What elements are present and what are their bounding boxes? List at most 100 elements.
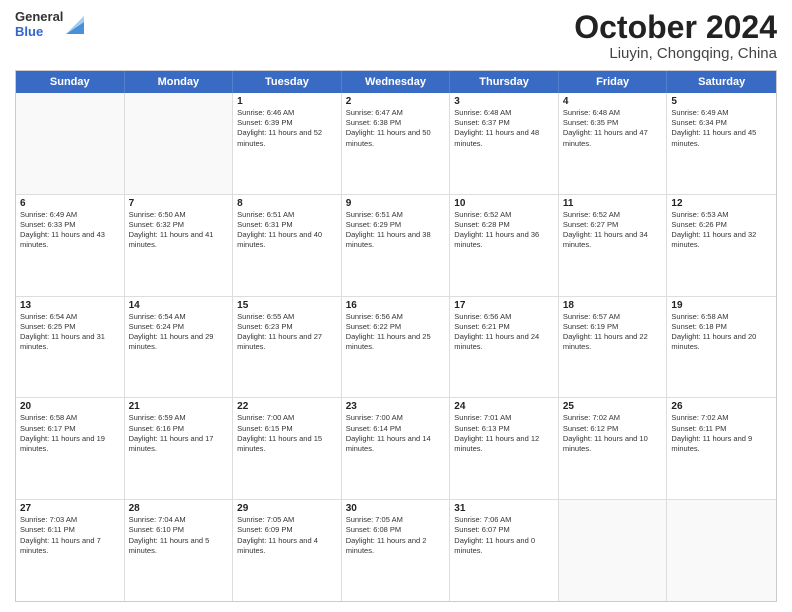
cal-cell: 17Sunrise: 6:56 AM Sunset: 6:21 PM Dayli… (450, 297, 559, 398)
cell-info: Sunrise: 6:56 AM Sunset: 6:22 PM Dayligh… (346, 312, 446, 353)
cal-cell (667, 500, 776, 601)
cal-cell: 22Sunrise: 7:00 AM Sunset: 6:15 PM Dayli… (233, 398, 342, 499)
logo-icon (66, 12, 84, 34)
cell-info: Sunrise: 6:47 AM Sunset: 6:38 PM Dayligh… (346, 108, 446, 149)
day-number: 9 (346, 198, 446, 209)
cal-cell (16, 93, 125, 194)
cell-info: Sunrise: 6:53 AM Sunset: 6:26 PM Dayligh… (671, 210, 772, 251)
cell-info: Sunrise: 6:59 AM Sunset: 6:16 PM Dayligh… (129, 413, 229, 454)
day-number: 7 (129, 198, 229, 209)
cell-info: Sunrise: 6:58 AM Sunset: 6:17 PM Dayligh… (20, 413, 120, 454)
day-number: 4 (563, 96, 663, 107)
calendar-body: 1Sunrise: 6:46 AM Sunset: 6:39 PM Daylig… (16, 93, 776, 601)
day-number: 26 (671, 401, 772, 412)
day-number: 23 (346, 401, 446, 412)
cell-info: Sunrise: 6:55 AM Sunset: 6:23 PM Dayligh… (237, 312, 337, 353)
cal-header-day: Thursday (450, 71, 559, 93)
cal-cell: 5Sunrise: 6:49 AM Sunset: 6:34 PM Daylig… (667, 93, 776, 194)
cal-row: 1Sunrise: 6:46 AM Sunset: 6:39 PM Daylig… (16, 93, 776, 195)
day-number: 2 (346, 96, 446, 107)
cal-cell: 2Sunrise: 6:47 AM Sunset: 6:38 PM Daylig… (342, 93, 451, 194)
cal-header-day: Monday (125, 71, 234, 93)
day-number: 10 (454, 198, 554, 209)
day-number: 1 (237, 96, 337, 107)
cal-cell: 19Sunrise: 6:58 AM Sunset: 6:18 PM Dayli… (667, 297, 776, 398)
cell-info: Sunrise: 7:03 AM Sunset: 6:11 PM Dayligh… (20, 515, 120, 556)
cell-info: Sunrise: 6:48 AM Sunset: 6:37 PM Dayligh… (454, 108, 554, 149)
day-number: 31 (454, 503, 554, 514)
cal-cell (125, 93, 234, 194)
cal-cell: 6Sunrise: 6:49 AM Sunset: 6:33 PM Daylig… (16, 195, 125, 296)
cell-info: Sunrise: 7:04 AM Sunset: 6:10 PM Dayligh… (129, 515, 229, 556)
cal-cell: 28Sunrise: 7:04 AM Sunset: 6:10 PM Dayli… (125, 500, 234, 601)
day-number: 20 (20, 401, 120, 412)
cal-cell: 16Sunrise: 6:56 AM Sunset: 6:22 PM Dayli… (342, 297, 451, 398)
cal-cell: 31Sunrise: 7:06 AM Sunset: 6:07 PM Dayli… (450, 500, 559, 601)
logo-text: General Blue (15, 10, 63, 39)
cell-info: Sunrise: 7:02 AM Sunset: 6:11 PM Dayligh… (671, 413, 772, 454)
day-number: 27 (20, 503, 120, 514)
cell-info: Sunrise: 6:46 AM Sunset: 6:39 PM Dayligh… (237, 108, 337, 149)
logo-blue: Blue (15, 25, 63, 39)
day-number: 16 (346, 300, 446, 311)
day-number: 30 (346, 503, 446, 514)
cell-info: Sunrise: 6:51 AM Sunset: 6:31 PM Dayligh… (237, 210, 337, 251)
cal-row: 13Sunrise: 6:54 AM Sunset: 6:25 PM Dayli… (16, 297, 776, 399)
day-number: 18 (563, 300, 663, 311)
cell-info: Sunrise: 6:52 AM Sunset: 6:27 PM Dayligh… (563, 210, 663, 251)
cell-info: Sunrise: 6:54 AM Sunset: 6:25 PM Dayligh… (20, 312, 120, 353)
cal-cell: 25Sunrise: 7:02 AM Sunset: 6:12 PM Dayli… (559, 398, 668, 499)
day-number: 22 (237, 401, 337, 412)
day-number: 15 (237, 300, 337, 311)
day-number: 13 (20, 300, 120, 311)
page-title: October 2024 (574, 10, 777, 45)
cal-row: 6Sunrise: 6:49 AM Sunset: 6:33 PM Daylig… (16, 195, 776, 297)
cal-cell: 24Sunrise: 7:01 AM Sunset: 6:13 PM Dayli… (450, 398, 559, 499)
cell-info: Sunrise: 6:49 AM Sunset: 6:33 PM Dayligh… (20, 210, 120, 251)
calendar: SundayMondayTuesdayWednesdayThursdayFrid… (15, 70, 777, 602)
cell-info: Sunrise: 7:06 AM Sunset: 6:07 PM Dayligh… (454, 515, 554, 556)
calendar-header: SundayMondayTuesdayWednesdayThursdayFrid… (16, 71, 776, 93)
logo: General Blue (15, 10, 84, 39)
cal-header-day: Tuesday (233, 71, 342, 93)
cell-info: Sunrise: 6:58 AM Sunset: 6:18 PM Dayligh… (671, 312, 772, 353)
cal-cell: 3Sunrise: 6:48 AM Sunset: 6:37 PM Daylig… (450, 93, 559, 194)
cal-cell: 9Sunrise: 6:51 AM Sunset: 6:29 PM Daylig… (342, 195, 451, 296)
cal-row: 20Sunrise: 6:58 AM Sunset: 6:17 PM Dayli… (16, 398, 776, 500)
cell-info: Sunrise: 7:01 AM Sunset: 6:13 PM Dayligh… (454, 413, 554, 454)
title-block: October 2024 Liuyin, Chongqing, China (574, 10, 777, 62)
cal-header-day: Friday (559, 71, 668, 93)
cell-info: Sunrise: 7:00 AM Sunset: 6:14 PM Dayligh… (346, 413, 446, 454)
day-number: 28 (129, 503, 229, 514)
cell-info: Sunrise: 6:54 AM Sunset: 6:24 PM Dayligh… (129, 312, 229, 353)
cal-cell: 8Sunrise: 6:51 AM Sunset: 6:31 PM Daylig… (233, 195, 342, 296)
cal-cell: 15Sunrise: 6:55 AM Sunset: 6:23 PM Dayli… (233, 297, 342, 398)
cell-info: Sunrise: 7:02 AM Sunset: 6:12 PM Dayligh… (563, 413, 663, 454)
cell-info: Sunrise: 6:56 AM Sunset: 6:21 PM Dayligh… (454, 312, 554, 353)
page: General Blue October 2024 Liuyin, Chongq… (0, 0, 792, 612)
day-number: 29 (237, 503, 337, 514)
day-number: 21 (129, 401, 229, 412)
day-number: 8 (237, 198, 337, 209)
cal-cell: 30Sunrise: 7:05 AM Sunset: 6:08 PM Dayli… (342, 500, 451, 601)
page-subtitle: Liuyin, Chongqing, China (574, 45, 777, 62)
cal-cell: 12Sunrise: 6:53 AM Sunset: 6:26 PM Dayli… (667, 195, 776, 296)
day-number: 3 (454, 96, 554, 107)
cell-info: Sunrise: 6:57 AM Sunset: 6:19 PM Dayligh… (563, 312, 663, 353)
day-number: 12 (671, 198, 772, 209)
cal-cell: 1Sunrise: 6:46 AM Sunset: 6:39 PM Daylig… (233, 93, 342, 194)
cal-cell: 26Sunrise: 7:02 AM Sunset: 6:11 PM Dayli… (667, 398, 776, 499)
logo-general: General (15, 10, 63, 24)
cal-header-day: Wednesday (342, 71, 451, 93)
header: General Blue October 2024 Liuyin, Chongq… (15, 10, 777, 62)
day-number: 19 (671, 300, 772, 311)
cal-cell: 13Sunrise: 6:54 AM Sunset: 6:25 PM Dayli… (16, 297, 125, 398)
cell-info: Sunrise: 6:49 AM Sunset: 6:34 PM Dayligh… (671, 108, 772, 149)
cell-info: Sunrise: 6:51 AM Sunset: 6:29 PM Dayligh… (346, 210, 446, 251)
cell-info: Sunrise: 6:52 AM Sunset: 6:28 PM Dayligh… (454, 210, 554, 251)
cell-info: Sunrise: 7:05 AM Sunset: 6:09 PM Dayligh… (237, 515, 337, 556)
day-number: 11 (563, 198, 663, 209)
cal-cell: 14Sunrise: 6:54 AM Sunset: 6:24 PM Dayli… (125, 297, 234, 398)
cell-info: Sunrise: 6:50 AM Sunset: 6:32 PM Dayligh… (129, 210, 229, 251)
cal-cell: 11Sunrise: 6:52 AM Sunset: 6:27 PM Dayli… (559, 195, 668, 296)
